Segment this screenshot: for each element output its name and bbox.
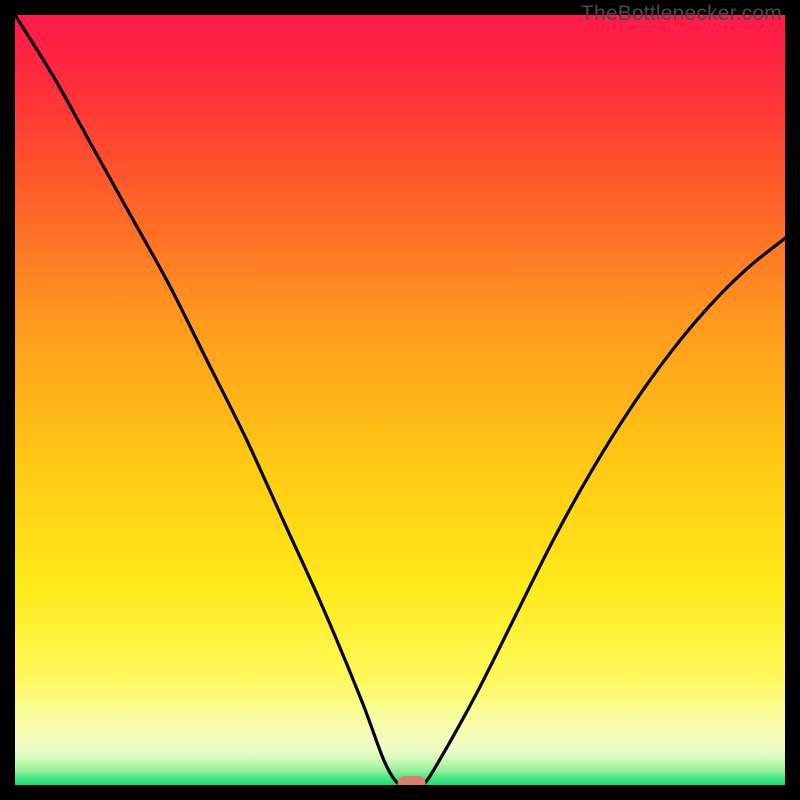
chart-stage: TheBottlenecker.com	[0, 0, 800, 800]
plot-area	[15, 15, 785, 785]
watermark-text: TheBottlenecker.com	[581, 2, 782, 26]
bottleneck-curve-svg	[15, 15, 785, 785]
bottleneck-curve	[15, 15, 785, 785]
minimum-marker	[398, 776, 426, 785]
